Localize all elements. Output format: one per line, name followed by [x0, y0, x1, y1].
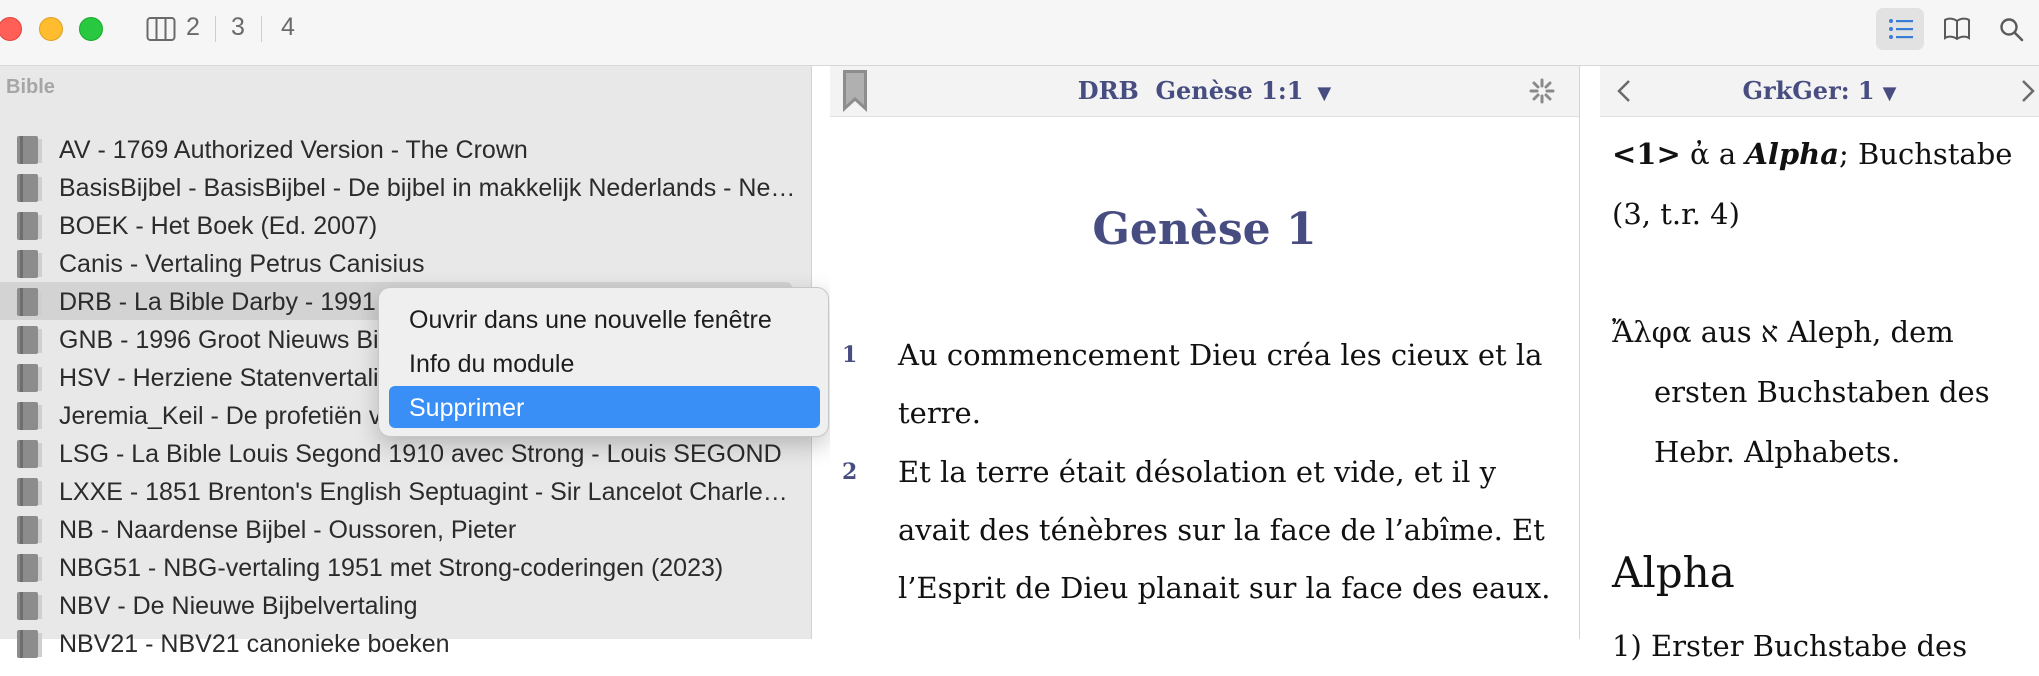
bible-text-panel: DRB Genèse 1:1 ▼ Genèse 1 1 Au commenceme… [830, 66, 1580, 639]
module-label: NBV - De Nieuwe Bijbelvertaling [59, 592, 418, 620]
columns-3-button[interactable]: 3 [231, 13, 245, 42]
module-list-item[interactable]: Canis - Vertaling Petrus Canisius [0, 244, 812, 282]
module-label: NBG51 - NBG-vertaling 1951 met Strong-co… [59, 554, 724, 582]
definition-line: 1) Erster Buchstabe des [1612, 629, 1968, 663]
menu-item-module-info[interactable]: Info du module [389, 342, 820, 384]
module-list-item[interactable]: BasisBijbel - BasisBijbel - De bijbel in… [0, 168, 812, 206]
book-open-icon [1944, 17, 1970, 41]
dictionary-entry: <1> ἀ a Alpha; Buchstabe (3, t.r. 4) [1612, 124, 2039, 244]
book-icon [17, 592, 42, 620]
module-label: AV - 1769 Authorized Version - The Crown [59, 136, 528, 164]
sidebar-list-button[interactable] [1876, 8, 1924, 50]
module-list-item[interactable]: BOEK - Het Boek (Ed. 2007) [0, 206, 812, 244]
module-list-item[interactable]: NB - Naardense Bijbel - Oussoren, Pieter [0, 510, 812, 548]
search-icon [2000, 18, 2024, 42]
caret-down-icon: ▼ [1317, 83, 1332, 104]
toolbar-divider [215, 16, 216, 42]
section-title: Bible [6, 76, 55, 98]
menu-item-open-new-window[interactable]: Ouvrir dans une nouvelle fenêtre [389, 298, 820, 340]
dictionary-heading: Alpha [1612, 548, 1735, 597]
module-list-item[interactable]: LXXE - 1851 Brenton's English Septuagint… [0, 472, 812, 510]
book-icon [17, 136, 42, 164]
entry-greek: ἀ [1690, 137, 1710, 171]
module-list-item[interactable]: NBV21 - NBV21 canonieke boeken [0, 624, 812, 662]
menu-item-label: Supprimer [409, 394, 525, 422]
verse-number: 1 [842, 342, 858, 368]
dictionary-title: GrkGer: 1 [1742, 76, 1875, 105]
book-icon [17, 516, 42, 544]
toolbar-divider [261, 16, 262, 42]
dictionary-entry-selector[interactable]: GrkGer: 1 ▼ [1600, 76, 2039, 105]
book-icon [17, 364, 42, 392]
book-icon [17, 288, 42, 316]
bible-reference-selector[interactable]: DRB Genèse 1:1 ▼ [830, 76, 1579, 105]
columns-icon[interactable] [146, 16, 176, 42]
menu-item-label: Info du module [409, 350, 575, 378]
dictionary-paragraph: Ἄλφα aus א Aleph, dem ersten Buchstaben … [1612, 315, 1990, 469]
window-zoom-button[interactable] [79, 17, 103, 41]
chapter-title: Genèse 1 [1092, 204, 1317, 255]
module-label: LSG - La Bible Louis Segond 1910 avec St… [59, 440, 782, 468]
book-icon [17, 212, 42, 240]
module-label: BasisBijbel - BasisBijbel - De bijbel in… [59, 174, 798, 202]
search-button[interactable] [1987, 8, 2035, 50]
book-icon [17, 250, 42, 278]
book-icon [17, 478, 42, 506]
entry-translit: a [1718, 137, 1737, 171]
reading-view-button[interactable] [1931, 8, 1979, 50]
module-list-item[interactable]: NBG51 - NBG-vertaling 1951 met Strong-co… [0, 548, 812, 586]
module-list-item[interactable]: NBV - De Nieuwe Bijbelvertaling [0, 586, 812, 624]
book-icon [17, 554, 42, 582]
sync-icon[interactable] [1529, 78, 1555, 104]
module-list-item[interactable]: AV - 1769 Authorized Version - The Crown [0, 130, 812, 168]
dictionary-panel: GrkGer: 1 ▼ <1> ἀ a Alpha; Buchstabe (3, … [1600, 66, 2039, 663]
dictionary-panel-header: GrkGer: 1 ▼ [1600, 66, 2039, 117]
book-icon [17, 440, 42, 468]
columns-2-button[interactable]: 2 [186, 13, 200, 42]
book-icon [17, 174, 42, 202]
verse-text: Au commencement Dieu créa les cieux et l… [898, 338, 1543, 430]
module-label: NB - Naardense Bijbel - Oussoren, Pieter [59, 516, 517, 544]
module-label: NBV21 - NBV21 canonieke boeken [59, 630, 450, 658]
reference: Genèse 1:1 [1155, 76, 1304, 105]
context-menu: Ouvrir dans une nouvelle fenêtre Info du… [378, 287, 829, 437]
bible-panel-header: DRB Genèse 1:1 ▼ [830, 66, 1579, 117]
verse-text: Et la terre était désolation et vide, et… [898, 455, 1551, 605]
columns-4-button[interactable]: 4 [281, 13, 295, 42]
menu-item-label: Ouvrir dans une nouvelle fenêtre [409, 306, 772, 334]
toolbar: 2 3 4 [0, 0, 2039, 66]
module-label: LXXE - 1851 Brenton's English Septuagint… [59, 478, 798, 506]
entry-word: Alpha [1745, 137, 1839, 171]
verse-number: 2 [842, 459, 858, 485]
caret-down-icon: ▼ [1882, 83, 1897, 104]
book-icon [17, 326, 42, 354]
window-close-button[interactable] [0, 17, 22, 41]
chevron-right-icon[interactable] [2020, 79, 2036, 103]
module-label: BOEK - Het Boek (Ed. 2007) [59, 212, 378, 240]
module-label: Canis - Vertaling Petrus Canisius [59, 250, 425, 278]
module-list-item[interactable]: LSG - La Bible Louis Segond 1910 avec St… [0, 434, 812, 472]
book-icon [17, 402, 42, 430]
window-minimize-button[interactable] [39, 17, 63, 41]
book-icon [17, 630, 42, 658]
module-name: DRB [1077, 76, 1139, 105]
menu-item-delete[interactable]: Supprimer [389, 386, 820, 428]
entry-ref: <1> [1612, 137, 1681, 171]
list-icon [1889, 19, 1913, 39]
